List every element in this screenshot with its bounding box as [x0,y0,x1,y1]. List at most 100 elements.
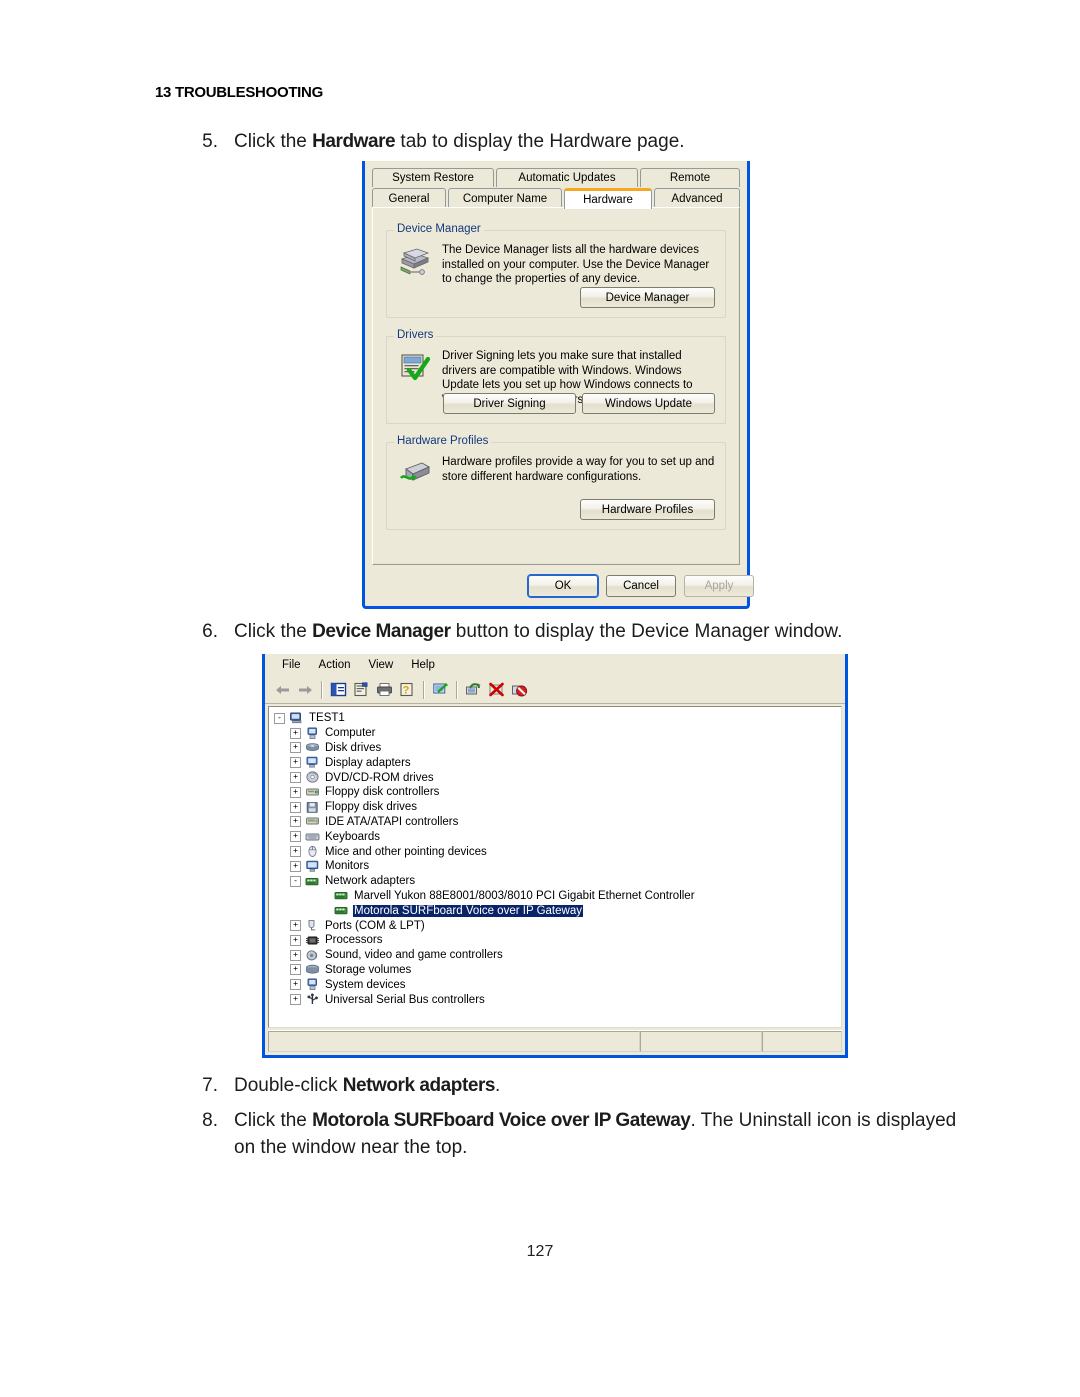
device-tree-node[interactable]: - TEST1 [273,711,841,726]
device-tree-node-label: DVD/CD-ROM drives [325,771,434,784]
expand-icon[interactable]: + [290,816,301,828]
expand-icon[interactable]: + [290,727,301,739]
uninstall-icon[interactable] [485,679,508,701]
hardware-profiles-button[interactable]: Hardware Profiles [580,499,715,520]
device-tree-node-label: System devices [325,978,406,991]
back-arrow-icon[interactable] [271,679,294,701]
update-driver-icon[interactable] [462,679,485,701]
expand-icon[interactable]: + [290,979,301,991]
tab-hardware[interactable]: Hardware [564,188,652,209]
ok-button[interactable]: OK [528,575,598,597]
group-hardware-profiles-description: Hardware profiles provide a way for you … [442,456,715,483]
step-8-number: 8. [202,1110,218,1131]
device-manager-button[interactable]: Device Manager [580,287,715,308]
print-icon[interactable] [373,679,396,701]
expand-icon[interactable]: + [290,786,301,798]
device-tree-node[interactable]: + Floppy disk drives [273,800,841,815]
device-tree-node[interactable]: + Display adapters [273,755,841,770]
cancel-button[interactable]: Cancel [606,575,676,597]
device-tree-node[interactable]: + System devices [273,977,841,992]
expand-icon[interactable]: + [290,801,301,813]
tab-automatic-updates[interactable]: Automatic Updates [496,168,638,187]
device-tree-node[interactable]: Motorola SURFboard Voice over IP Gateway [273,903,841,918]
step-5-text: Click the Hardware tab to display the Ha… [234,128,944,155]
properties-icon[interactable] [350,679,373,701]
device-tree-node[interactable]: + Storage volumes [273,963,841,978]
expand-icon[interactable]: + [290,934,301,946]
expand-icon[interactable]: + [290,846,301,858]
device-tree-node[interactable]: - Network adapters [273,874,841,889]
tab-system-restore[interactable]: System Restore [372,168,494,187]
windows-update-button[interactable]: Windows Update [582,393,715,414]
step-5-post: tab to display the Hardware page. [395,131,685,152]
device-tree-node-label: Computer [325,727,376,740]
scan-for-hardware-changes-icon[interactable] [429,679,452,701]
device-tree-node[interactable]: Marvell Yukon 88E8001/8003/8010 PCI Giga… [273,889,841,904]
device-tree-node[interactable]: + DVD/CD-ROM drives [273,770,841,785]
hardware-profiles-icon [398,457,432,489]
expand-icon[interactable]: + [290,860,301,872]
disk-drive-icon [304,741,320,755]
device-tree-node-label: Floppy disk drives [325,801,418,814]
ide-controller-icon [304,815,320,829]
driver-signing-icon [398,351,432,383]
menu-action[interactable]: Action [310,657,360,673]
help-icon[interactable]: ? [396,679,419,701]
expand-icon[interactable]: + [290,742,301,754]
device-tree-node[interactable]: + IDE ATA/ATAPI controllers [273,815,841,830]
step-6-bold: Device Manager [312,621,451,642]
device-tree-node[interactable]: + Mice and other pointing devices [273,844,841,859]
status-bar [268,1030,842,1052]
expand-icon[interactable]: + [290,772,301,784]
disable-device-icon[interactable] [508,679,531,701]
expand-icon[interactable]: + [290,994,301,1006]
expand-icon[interactable]: + [290,920,301,932]
menu-view[interactable]: View [360,657,403,673]
expand-icon[interactable]: + [290,964,301,976]
step-6: 6. Click the Device Manager button to di… [184,618,984,645]
floppy-drive-icon [304,800,320,814]
device-tree-node[interactable]: + Ports (COM & LPT) [273,918,841,933]
device-tree-node-label: Motorola SURFboard Voice over IP Gateway [353,904,583,917]
page-number: 127 [526,1243,554,1260]
sound-controller-icon [304,948,320,962]
device-tree-node[interactable]: + Sound, video and game controllers [273,948,841,963]
tab-computer-name[interactable]: Computer Name [448,188,562,208]
device-tree[interactable]: - TEST1 + Computer + Disk drives + Display adap… [268,706,842,1028]
expand-icon[interactable]: + [290,757,301,769]
tab-general[interactable]: General [372,188,446,208]
device-tree-node[interactable]: + Universal Serial Bus controllers [273,992,841,1007]
tab-advanced[interactable]: Advanced [654,188,740,208]
menu-help[interactable]: Help [402,657,444,673]
device-tree-node-label: Display adapters [325,756,411,769]
device-tree-node[interactable]: + Computer [273,726,841,741]
step-7-post: . [495,1075,501,1096]
group-drivers-legend: Drivers [394,329,437,341]
device-tree-node[interactable]: + Monitors [273,859,841,874]
device-tree-node[interactable]: + Keyboards [273,829,841,844]
network-adapter-icon [304,874,320,888]
device-tree-node[interactable]: + Disk drives [273,741,841,756]
tab-remote[interactable]: Remote [640,168,740,187]
mouse-icon [304,845,320,859]
show-hide-console-tree-icon[interactable] [327,679,350,701]
expand-icon[interactable]: + [290,831,301,843]
group-device-manager-description: The Device Manager lists all the hardwar… [442,244,710,285]
step-5-number: 5. [202,131,218,152]
device-tree-node-label: Ports (COM & LPT) [325,919,425,932]
driver-signing-button[interactable]: Driver Signing [443,393,576,414]
network-adapter-icon [333,889,349,903]
device-tree-node[interactable]: + Floppy disk controllers [273,785,841,800]
monitor-icon [304,859,320,873]
collapse-icon[interactable]: - [274,712,285,724]
expand-icon[interactable]: + [290,949,301,961]
forward-arrow-icon[interactable] [294,679,317,701]
group-hardware-profiles: Hardware Profiles Hardware profiles prov… [386,435,726,530]
device-tree-node[interactable]: + Processors [273,933,841,948]
step-6-number: 6. [202,621,218,642]
floppy-controller-icon [304,785,320,799]
menu-file[interactable]: File [273,657,310,673]
step-5: 5. Click the Hardware tab to display the… [184,128,944,155]
device-tree-node-label: Sound, video and game controllers [325,949,503,962]
collapse-icon[interactable]: - [290,875,301,887]
